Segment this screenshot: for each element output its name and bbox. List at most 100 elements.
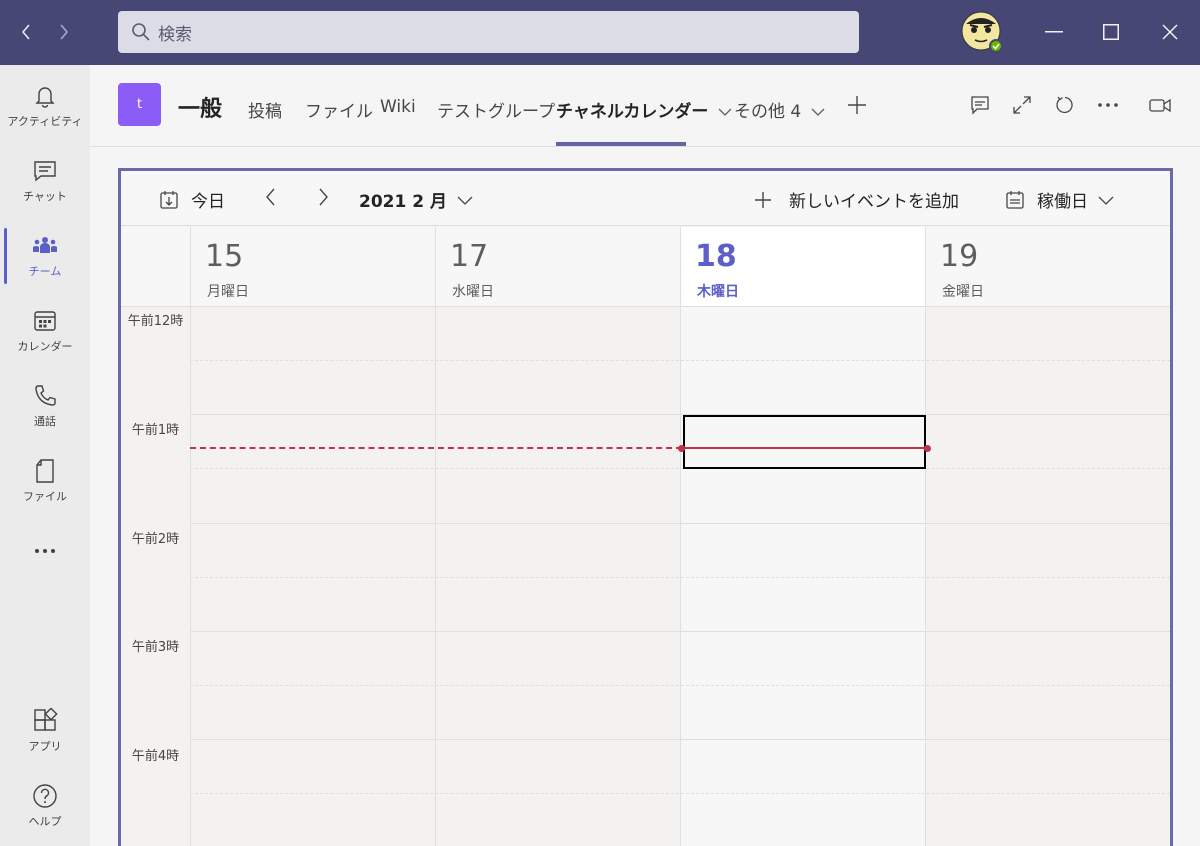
- time-label: 午前1時: [131, 423, 180, 438]
- new-event-button[interactable]: 新しいイベントを追加: [753, 187, 959, 212]
- title-bar: 検索: [0, 0, 1200, 65]
- day-name: 水曜日: [452, 284, 494, 300]
- current-time-dot: [924, 445, 931, 452]
- tab-label: その他 4: [734, 102, 802, 122]
- time-label: 午前2時: [131, 532, 180, 547]
- plus-icon: [755, 191, 771, 208]
- tab-wiki[interactable]: Wiki: [380, 97, 416, 117]
- calendar-today-icon: [160, 190, 178, 209]
- calendar-toolbar: 今日 2021 2 月 新しいイベントを追加 稼働日: [121, 171, 1170, 226]
- rail-item-label: アクティビティ: [7, 115, 83, 128]
- chevron-down-icon: [457, 196, 473, 205]
- calendar-icon: [34, 311, 56, 331]
- meet-now-icon[interactable]: [1148, 93, 1172, 117]
- rail-item-files[interactable]: ファイル: [0, 445, 90, 517]
- chevron-down-icon: [811, 108, 825, 116]
- half-hour-line: [190, 360, 1170, 361]
- view-picker[interactable]: 稼働日: [1005, 187, 1114, 212]
- month-label: 2021 2 月: [359, 192, 447, 212]
- rail-item-label: ヘルプ: [28, 815, 62, 828]
- phone-icon: [35, 385, 56, 406]
- current-time-dot: [678, 445, 685, 452]
- day-header-today[interactable]: 18 木曜日: [680, 227, 925, 307]
- rail-item-calendar[interactable]: カレンダー: [0, 295, 90, 367]
- add-tab-icon[interactable]: [845, 93, 869, 117]
- tab-test-group[interactable]: テストグループ: [437, 97, 555, 122]
- time-label: 午前3時: [131, 640, 180, 655]
- chevron-down-icon: [1098, 196, 1114, 205]
- rail-item-label: チャット: [23, 190, 67, 203]
- day-number: 19: [940, 239, 979, 274]
- teams-icon: [33, 237, 57, 253]
- tab-label: チャネルカレンダー: [556, 102, 709, 122]
- team-avatar[interactable]: t: [118, 83, 161, 126]
- day-header[interactable]: 17 水曜日: [435, 227, 680, 307]
- half-hour-line: [190, 577, 1170, 578]
- day-name: 月曜日: [207, 284, 249, 300]
- channel-calendar: 今日 2021 2 月 新しいイベントを追加 稼働日 15 月曜日 17 水曜日…: [118, 168, 1173, 846]
- day-number: 17: [450, 239, 489, 274]
- tab-more[interactable]: その他 4: [734, 97, 825, 122]
- conversation-icon[interactable]: [968, 93, 992, 117]
- rail-item-label: カレンダー: [17, 340, 73, 353]
- rail-item-label: チーム: [28, 265, 62, 278]
- rail-item-label: 通話: [34, 415, 56, 428]
- rail-item-calls[interactable]: 通話: [0, 370, 90, 442]
- channel-name: 一般: [178, 97, 223, 122]
- view-label: 稼働日: [1037, 192, 1088, 212]
- time-label: 午前4時: [131, 749, 180, 764]
- current-time-line: [682, 447, 928, 449]
- bell-icon: [35, 87, 55, 108]
- apps-icon: [34, 708, 58, 731]
- chat-icon: [34, 161, 56, 182]
- expand-icon[interactable]: [1010, 93, 1034, 117]
- chevron-down-icon: [718, 108, 732, 116]
- new-event-label: 新しいイベントを追加: [789, 192, 959, 212]
- calendar-view-icon: [1006, 190, 1024, 209]
- time-gutter-header: [121, 227, 190, 307]
- app-rail: アクティビティ チャット チーム カレンダー 通話 ファイル アプリ ヘルプ: [0, 65, 90, 846]
- tab-channel-calendar[interactable]: チャネルカレンダー: [556, 97, 732, 122]
- back-arrow-icon[interactable]: [14, 20, 38, 44]
- next-week-icon[interactable]: [313, 187, 333, 207]
- help-icon: [33, 784, 57, 808]
- previous-week-icon[interactable]: [261, 187, 281, 207]
- more-options-icon[interactable]: [1096, 93, 1120, 117]
- file-icon: [36, 459, 54, 483]
- day-name: 木曜日: [697, 284, 739, 300]
- active-tab-indicator: [556, 142, 686, 146]
- today-button[interactable]: 今日: [159, 187, 225, 212]
- rail-item-chat[interactable]: チャット: [0, 145, 90, 217]
- minimize-icon[interactable]: [1040, 18, 1068, 46]
- rail-item-help[interactable]: ヘルプ: [0, 770, 90, 842]
- hour-line: [190, 523, 1170, 524]
- search-placeholder: 検索: [158, 24, 192, 45]
- search-icon: [132, 23, 150, 41]
- tab-posts[interactable]: 投稿: [248, 97, 282, 122]
- tab-files[interactable]: ファイル: [305, 97, 373, 122]
- day-number: 15: [205, 239, 244, 274]
- current-time-line-past: [190, 447, 682, 449]
- rail-item-label: ファイル: [23, 490, 67, 503]
- day-header[interactable]: 19 金曜日: [925, 227, 1170, 307]
- selected-time-slot[interactable]: [683, 415, 926, 469]
- forward-arrow-icon[interactable]: [52, 20, 76, 44]
- refresh-icon[interactable]: [1053, 93, 1077, 117]
- today-label: 今日: [191, 192, 225, 212]
- hour-line: [190, 631, 1170, 632]
- day-header[interactable]: 15 月曜日: [190, 227, 435, 307]
- search-input[interactable]: 検索: [118, 11, 859, 53]
- maximize-icon[interactable]: [1097, 18, 1125, 46]
- rail-item-teams[interactable]: チーム: [0, 220, 90, 292]
- rail-item-activity[interactable]: アクティビティ: [0, 70, 90, 142]
- hour-line: [190, 739, 1170, 740]
- month-picker[interactable]: 2021 2 月: [359, 187, 473, 212]
- half-hour-line: [190, 793, 1170, 794]
- day-number: 18: [695, 239, 737, 274]
- channel-header: t 一般 投稿 ファイル Wiki テストグループ チャネルカレンダー その他 …: [90, 65, 1200, 147]
- rail-item-apps[interactable]: アプリ: [0, 695, 90, 767]
- hour-line: [190, 414, 1170, 415]
- avatar[interactable]: [960, 10, 1004, 54]
- more-apps-button[interactable]: [0, 517, 90, 589]
- close-icon[interactable]: [1156, 18, 1184, 46]
